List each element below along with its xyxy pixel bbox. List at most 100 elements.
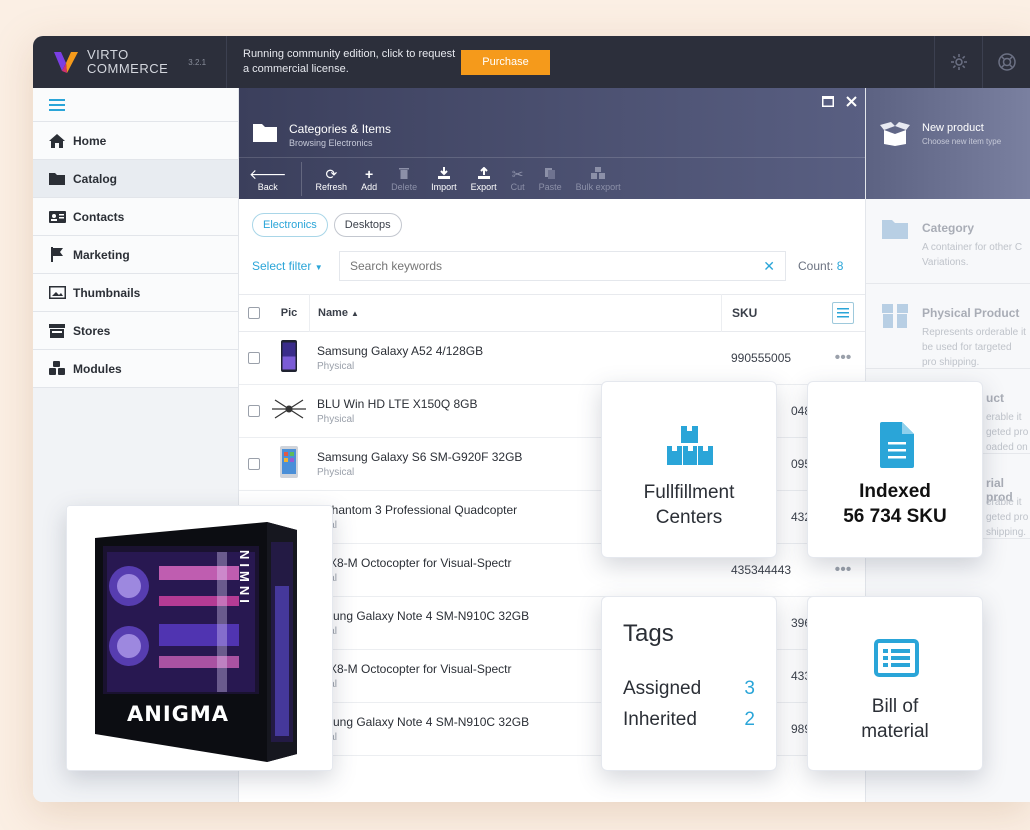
column-settings-icon[interactable] (832, 302, 854, 324)
pc-side-text: NIMNI (237, 550, 252, 607)
drone-thumbnail (271, 396, 307, 427)
select-filter-dropdown[interactable]: Select filter ▼ (252, 259, 339, 273)
toolbar-divider (300, 161, 302, 196)
add-button[interactable]: + Add (361, 166, 377, 192)
fulfillment-label: Fullfillment Centers (602, 480, 776, 530)
product-name[interactable]: R X8-M Octocopter for Visual-Spectr (317, 556, 721, 570)
warehouse-boxes-icon (667, 426, 713, 471)
back-button[interactable]: 🡐 Back (249, 166, 287, 192)
paste-button[interactable]: Paste (539, 166, 562, 192)
back-label: Back (257, 181, 278, 192)
column-pic: Pic (280, 307, 298, 319)
export-button[interactable]: Export (471, 166, 497, 192)
search-box: ✕ (339, 251, 786, 281)
list-icon (874, 639, 919, 682)
breadcrumb: Electronics Desktops (252, 213, 402, 237)
breadcrumb-chip-electronics[interactable]: Electronics (252, 213, 328, 237)
search-input[interactable] (350, 259, 730, 273)
filter-row: Select filter ▼ ✕ Count: 8 (252, 251, 852, 281)
community-edition-message[interactable]: Running community edition, click to requ… (227, 47, 461, 77)
scissors-icon: ✂ (511, 165, 524, 182)
count-label: Count: (798, 259, 834, 273)
delete-label: Delete (391, 181, 418, 192)
sidebar-item-home[interactable]: Home (33, 122, 238, 160)
image-icon (47, 286, 67, 299)
clipboard-icon (545, 166, 556, 182)
cut-label: Cut (510, 181, 525, 192)
item-type-desc: A container for other C Variations. (922, 242, 1023, 268)
row-checkbox[interactable] (248, 458, 260, 470)
sidebar-item-label: Thumbnails (73, 285, 141, 300)
cut-button[interactable]: ✂ Cut (511, 166, 525, 192)
sidebar-item-modules[interactable]: Modules (33, 350, 238, 388)
sidebar-item-stores[interactable]: Stores (33, 312, 238, 350)
sidebar-item-label: Stores (73, 323, 111, 338)
item-type-category[interactable]: Category A container for other C Variati… (866, 199, 1030, 284)
indexed-label: Indexed 56 734 SKU (808, 479, 982, 529)
blade-subtitle: Browsing Electronics (289, 138, 373, 148)
breadcrumb-chip-desktops[interactable]: Desktops (333, 213, 402, 237)
product-sku: 435344443 (731, 563, 792, 577)
sidebar-item-label: Catalog (73, 171, 118, 186)
import-button[interactable]: Import (431, 166, 457, 192)
top-bar: VIRTO COMMERCE 3.2.1 Running community e… (33, 36, 1030, 88)
tags-inherited-row: Inherited 2 (623, 709, 755, 731)
select-filter-label: Select filter (252, 259, 312, 273)
arrow-left-icon: 🡐 (249, 165, 287, 182)
clear-search-icon[interactable]: ✕ (763, 258, 775, 275)
logo-line-2: COMMERCE (87, 61, 169, 76)
select-all-checkbox[interactable] (248, 307, 260, 319)
virto-logo-icon (53, 49, 79, 75)
settings-gear-icon[interactable] (934, 36, 982, 88)
item-type-desc: Represents orderable it be used for targ… (922, 327, 1026, 368)
column-name[interactable]: Name ▲ (309, 294, 721, 332)
bulk-export-button[interactable]: Bulk export (576, 166, 621, 192)
blade-title: Categories & Items (289, 122, 392, 136)
sidebar-item-marketing[interactable]: Marketing (33, 236, 238, 274)
version-label: 3.2.1 (188, 57, 207, 67)
sidebar-item-contacts[interactable]: Contacts (33, 198, 238, 236)
inherited-label: Inherited (623, 709, 697, 730)
bulk-export-label: Bulk export (575, 181, 621, 192)
blade-title-row: Categories & Items Browsing Electronics (253, 122, 391, 148)
assigned-value: 3 (744, 678, 755, 699)
plus-icon: + (364, 165, 374, 182)
upload-icon (477, 166, 490, 182)
maximize-icon[interactable] (822, 94, 834, 112)
item-type-title: Physical Product (922, 306, 1020, 320)
import-label: Import (431, 181, 457, 192)
row-more-icon[interactable]: ••• (821, 561, 865, 579)
sidebar-item-thumbnails[interactable]: Thumbnails (33, 274, 238, 312)
logo[interactable]: VIRTO COMMERCE 3.2.1 (33, 36, 227, 88)
export-label: Export (470, 181, 497, 192)
sidebar-item-catalog[interactable]: Catalog (33, 160, 238, 198)
item-type-title: Category (922, 221, 975, 235)
help-lifebuoy-icon[interactable] (982, 36, 1030, 88)
home-icon (47, 133, 67, 148)
phone-thumbnail (280, 445, 298, 483)
hamburger-menu-icon[interactable] (33, 88, 238, 122)
refresh-icon: ⟳ (325, 165, 338, 182)
document-icon (880, 422, 914, 473)
purchase-button[interactable]: Purchase (461, 49, 550, 75)
indexed-line-2: 56 734 SKU (843, 506, 947, 527)
new-product-title: New product (922, 122, 984, 134)
table-row[interactable]: Samsung Galaxy A52 4/128GB Physical 99055… (239, 332, 865, 385)
inherited-value: 2 (744, 709, 755, 730)
fulfillment-line-1: Fullfillment (643, 482, 735, 503)
row-more-icon[interactable]: ••• (821, 349, 865, 367)
item-count: Count: 8 (798, 259, 843, 273)
row-checkbox[interactable] (248, 352, 260, 364)
item-type-desc: erable it geted pro shipping. (986, 497, 1029, 538)
new-product-header: New product Choose new item type (866, 88, 1030, 199)
close-icon[interactable] (846, 94, 857, 112)
item-type-physical-product[interactable]: Physical Product Represents orderable it… (866, 284, 1030, 369)
product-name[interactable]: Samsung Galaxy A52 4/128GB (317, 344, 721, 358)
column-sku: SKU (721, 294, 821, 332)
column-name-label: Name (318, 307, 348, 319)
delete-button[interactable]: Delete (391, 166, 417, 192)
folder-icon (882, 219, 908, 244)
indexed-sku-card: Indexed 56 734 SKU (807, 381, 983, 558)
refresh-button[interactable]: ⟳ Refresh (316, 166, 348, 192)
row-checkbox[interactable] (248, 405, 260, 417)
